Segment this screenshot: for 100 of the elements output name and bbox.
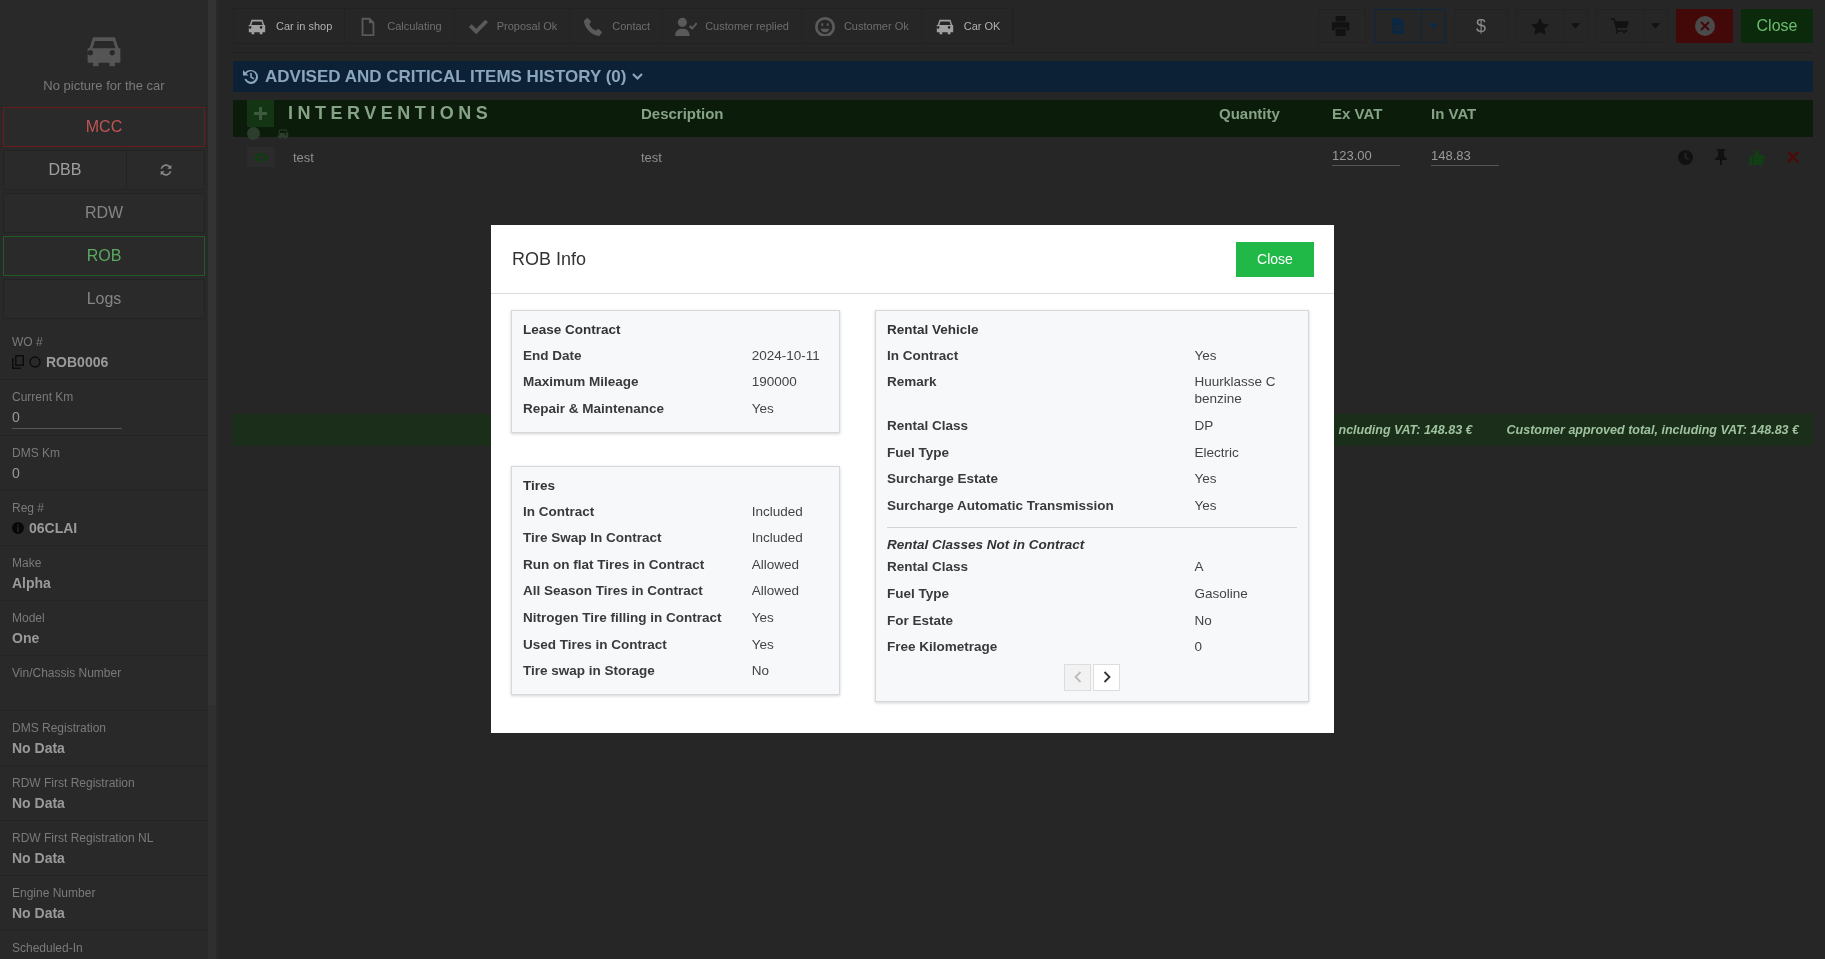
field-value: 0 bbox=[12, 465, 20, 481]
caret-icon bbox=[1429, 23, 1438, 29]
close-button[interactable]: Close bbox=[1236, 241, 1314, 277]
field-value: A bbox=[1194, 558, 1205, 577]
field-label: Fuel Type bbox=[887, 584, 950, 603]
smiley-icon bbox=[813, 16, 836, 36]
field-value: No bbox=[751, 662, 770, 681]
field-label: DMS Km bbox=[12, 446, 61, 460]
workflow-step[interactable]: Customer replied bbox=[663, 9, 802, 43]
field-value: Included bbox=[751, 529, 804, 548]
document-icon bbox=[1392, 18, 1404, 34]
field-value: 2024-10-11 bbox=[751, 346, 821, 365]
field-value: Alpha bbox=[12, 575, 51, 591]
table-cell: test bbox=[293, 149, 314, 165]
view-button[interactable] bbox=[247, 147, 275, 167]
field-label: Fuel Type bbox=[887, 443, 950, 462]
sidebar-button[interactable]: RDW bbox=[3, 193, 205, 233]
field-value: 0 bbox=[1194, 638, 1203, 657]
close-icon bbox=[1694, 16, 1715, 36]
field-label: Repair & Maintenance bbox=[523, 400, 666, 418]
input-field[interactable]: 0 bbox=[12, 409, 122, 429]
workflow-step[interactable]: Car in shop bbox=[234, 9, 346, 43]
input-field[interactable]: 123.00 bbox=[1332, 148, 1400, 166]
field-value: Yes bbox=[751, 400, 775, 418]
field-label: Run on flat Tires in Contract bbox=[523, 555, 706, 574]
field-label: In Contract bbox=[887, 346, 960, 365]
field-value: Huurklasse C benzine bbox=[1194, 373, 1277, 409]
thumbs-up-icon[interactable] bbox=[1749, 149, 1765, 165]
field-label: Used Tires in Contract bbox=[523, 635, 668, 654]
sidebar-button[interactable]: ROB bbox=[3, 236, 205, 276]
field-value: No Data bbox=[12, 905, 65, 921]
workflow-step[interactable]: Calculating bbox=[345, 9, 455, 43]
history-bar[interactable]: ADVISED AND CRITICAL ITEMS HISTORY (0) bbox=[233, 61, 1813, 92]
field-label: Rental Class bbox=[887, 558, 970, 577]
modal-title: ROB Info bbox=[512, 248, 587, 270]
field-label: Vin/Chassis Number bbox=[12, 666, 123, 680]
add-button[interactable] bbox=[247, 100, 274, 127]
next-button[interactable] bbox=[1093, 663, 1120, 691]
card-title: Rental Vehicle bbox=[887, 322, 979, 337]
photo-caption: No picture for the car bbox=[43, 78, 165, 93]
field-label: Surcharge Estate bbox=[887, 470, 1000, 489]
chevron-down-icon bbox=[632, 72, 644, 81]
field-label: RDW First Registration NL bbox=[12, 831, 155, 845]
field-label: Rental Class bbox=[887, 417, 970, 435]
column-header: Ex VAT bbox=[1332, 105, 1384, 122]
field-value: Yes bbox=[751, 608, 775, 627]
card-title: Tires bbox=[523, 477, 556, 493]
field-value: 06CLAI bbox=[29, 520, 78, 536]
column-header: In VAT bbox=[1431, 105, 1478, 122]
section-heading: Rental Classes Not in Contract bbox=[887, 535, 1085, 554]
workflow-step[interactable]: Contact bbox=[570, 9, 664, 43]
field-value: Yes bbox=[1194, 496, 1218, 515]
workflow-step[interactable]: Proposal Ok bbox=[454, 9, 571, 43]
car-icon bbox=[276, 127, 290, 140]
field-label: Reg # bbox=[12, 501, 46, 515]
field-label: Model bbox=[12, 611, 46, 625]
document-button[interactable] bbox=[1374, 9, 1422, 43]
field-value: Yes bbox=[1194, 470, 1218, 489]
eye-icon bbox=[254, 152, 268, 162]
close-icon[interactable] bbox=[1787, 151, 1799, 163]
circle-icon bbox=[29, 356, 41, 368]
input-field[interactable]: 148.83 bbox=[1431, 148, 1499, 166]
sidebar-button[interactable]: Logs bbox=[3, 279, 205, 319]
refresh-button[interactable] bbox=[127, 150, 205, 190]
user-check-icon bbox=[675, 16, 698, 36]
field-value: Gasoline bbox=[1194, 584, 1249, 603]
field-value: ROB0006 bbox=[46, 354, 109, 370]
field-value: Allowed bbox=[751, 582, 801, 601]
field-label: RDW First Registration bbox=[12, 776, 136, 790]
field-value: Yes bbox=[1194, 346, 1218, 365]
dropdown-button[interactable] bbox=[1422, 9, 1446, 43]
field-value: One bbox=[12, 630, 40, 646]
field-value: No bbox=[1194, 611, 1213, 630]
field-label: Free Kilometrage bbox=[887, 638, 999, 657]
field-label: All Season Tires in Contract bbox=[523, 582, 704, 601]
field-label: End Date bbox=[523, 346, 583, 365]
price-button[interactable]: $ bbox=[1454, 9, 1508, 43]
card-title: Lease Contract bbox=[523, 322, 621, 337]
column-header: Quantity bbox=[1219, 105, 1281, 122]
cancel-button[interactable] bbox=[1676, 9, 1733, 43]
field-label: Remark bbox=[887, 373, 938, 392]
field-value: Included bbox=[751, 502, 804, 521]
field-value: Electric bbox=[1194, 443, 1240, 462]
workflow-step[interactable]: Car OK bbox=[921, 9, 1014, 43]
history-icon bbox=[243, 68, 259, 85]
info-icon bbox=[12, 522, 24, 534]
chevron-right-icon bbox=[1102, 671, 1111, 684]
close-button[interactable]: Close bbox=[1741, 9, 1813, 43]
section-title: INTERVENTIONS bbox=[288, 103, 493, 124]
sidebar-button[interactable]: DBB bbox=[3, 150, 127, 190]
field-value: No Data bbox=[12, 740, 65, 756]
chevron-left-icon bbox=[1073, 671, 1082, 684]
field-label: For Estate bbox=[887, 611, 955, 630]
field-value: Allowed bbox=[751, 555, 801, 574]
field-label: WO # bbox=[12, 335, 44, 349]
field-label: Surcharge Automatic Transmission bbox=[887, 496, 1115, 515]
sidebar-button[interactable]: MCC bbox=[3, 107, 205, 147]
field-label: Tire swap in Storage bbox=[523, 662, 656, 681]
workflow-step[interactable]: Customer Ok bbox=[801, 9, 922, 43]
field-label: Make bbox=[12, 556, 43, 570]
